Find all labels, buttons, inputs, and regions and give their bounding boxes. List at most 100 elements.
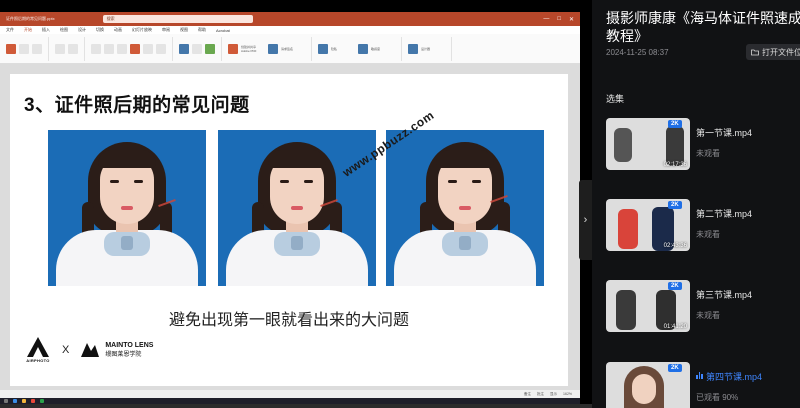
designer-label: 设计器 xyxy=(421,46,431,51)
powerpoint-icon[interactable] xyxy=(31,399,35,403)
menu-review[interactable]: 审阅 xyxy=(162,27,170,33)
menu-design[interactable]: 设计 xyxy=(78,27,86,33)
collapse-panel-button[interactable]: › xyxy=(579,180,592,260)
arrange-icon[interactable] xyxy=(192,43,202,54)
quality-badge: 2K xyxy=(668,120,682,128)
bangs-shape xyxy=(98,150,156,168)
close-icon[interactable]: ✕ xyxy=(569,16,574,23)
quality-badge: 2K xyxy=(668,282,682,290)
menu-draw[interactable]: 绘图 xyxy=(60,27,68,33)
episode-thumbnail: 2K xyxy=(606,362,690,408)
eye-right xyxy=(134,180,143,183)
app-icon[interactable] xyxy=(40,399,44,403)
layout-icon[interactable] xyxy=(68,43,78,54)
minimize-icon[interactable]: — xyxy=(543,16,549,23)
episode-duration: 02:43:36 xyxy=(663,243,687,249)
shapes-icon[interactable] xyxy=(179,43,189,54)
bangs-shape xyxy=(436,150,494,168)
folder-icon[interactable] xyxy=(22,399,26,403)
browser-icon[interactable] xyxy=(13,399,17,403)
align-icon[interactable] xyxy=(156,43,166,54)
open-file-location-button[interactable]: 打开文件位置 xyxy=(746,44,800,60)
episode-thumbnail: 2K 02:43:36 xyxy=(606,199,690,251)
italic-icon[interactable] xyxy=(104,43,114,54)
episode-item-active[interactable]: 2K 第四节课.mp4 已观看 90% xyxy=(606,362,800,408)
bow-knot xyxy=(291,236,303,250)
quick-styles-icon[interactable] xyxy=(205,43,215,54)
create-pdf-label: 创建并共享 Adobe PDF xyxy=(241,44,257,53)
episode-status: 已观看 90% xyxy=(696,393,739,402)
ribbon-group-clipboard xyxy=(6,36,49,61)
sensitivity-icon[interactable] xyxy=(358,43,368,54)
sensitivity-label: 敏感度 xyxy=(371,46,381,51)
video-player[interactable]: 证件照后期的常见问题.pptx 搜索 — □ ✕ 文件 开始 插入 绘图 设计 … xyxy=(0,0,592,408)
slide-stage: 3、证件照后期的常见问题 www.ppbuzz.com 避免出现第一眼就看出来的… xyxy=(0,64,580,390)
menu-animations[interactable]: 动画 xyxy=(114,27,122,33)
comments-button[interactable]: 批注 xyxy=(537,392,544,397)
episode-item[interactable]: 2K 02:17:36 第一节课.mp4 未观看 xyxy=(606,118,800,176)
zoom-level[interactable]: 162% xyxy=(563,392,572,396)
episode-name: 第一节课.mp4 xyxy=(696,128,753,138)
airphoto-logo: AIRPHOTO xyxy=(24,336,52,363)
logo-separator: X xyxy=(62,343,70,356)
eye-left xyxy=(280,180,289,183)
quality-badge: 2K xyxy=(668,201,682,209)
episode-status: 未观看 xyxy=(696,311,720,320)
playlist-panel: 摄影师康康《海马体证件照速成教程》 2024-11-25 08:37 打开文件位… xyxy=(592,0,800,408)
new-slide-icon[interactable] xyxy=(55,43,65,54)
cut-icon[interactable] xyxy=(19,43,29,54)
ppt-ribbon: 创建并共享 Adobe PDF 请求签名 隐私 敏感度 设计器 xyxy=(0,34,580,64)
episodes-section-label: 选集 xyxy=(606,94,625,104)
now-playing-icon xyxy=(696,372,703,379)
bangs-shape xyxy=(268,150,326,168)
font-size-icon[interactable] xyxy=(143,43,153,54)
menu-help[interactable]: 帮助 xyxy=(198,27,206,33)
mainto-logo-line1: MAINTO LENS xyxy=(105,341,154,349)
notes-button[interactable]: 备注 xyxy=(524,392,531,397)
id-photo-1 xyxy=(48,130,206,286)
menu-acrobat[interactable]: Acrobat xyxy=(216,28,230,33)
folder-icon xyxy=(751,49,759,56)
display-button[interactable]: 显示 xyxy=(550,392,557,397)
open-file-location-label: 打开文件位置 xyxy=(762,47,800,57)
ppt-search-box[interactable]: 搜索 xyxy=(102,15,253,23)
bold-icon[interactable] xyxy=(91,43,101,54)
ribbon-group-slides xyxy=(55,36,85,61)
ribbon-group-font xyxy=(91,36,173,61)
ribbon-group-drawing xyxy=(179,36,222,61)
episode-duration: 01:41:20 xyxy=(663,324,687,330)
menu-transitions[interactable]: 切换 xyxy=(96,27,104,33)
maximize-icon[interactable]: □ xyxy=(557,16,561,23)
menu-view[interactable]: 视图 xyxy=(180,27,188,33)
start-icon[interactable] xyxy=(4,399,8,403)
menu-file[interactable]: 文件 xyxy=(6,27,14,33)
episode-thumbnail: 2K 02:17:36 xyxy=(606,118,690,170)
episode-item[interactable]: 2K 01:41:20 第三节课.mp4 未观看 xyxy=(606,280,800,338)
player-progress-strip[interactable] xyxy=(0,404,592,408)
create-pdf-icon[interactable] xyxy=(228,43,238,54)
chevron-right-icon: › xyxy=(583,214,588,226)
ribbon-group-acrobat: 创建并共享 Adobe PDF 请求签名 xyxy=(228,36,312,61)
copy-icon[interactable] xyxy=(32,43,42,54)
designer-icon[interactable] xyxy=(408,43,418,54)
powerpoint-window: 证件照后期的常见问题.pptx 搜索 — □ ✕ 文件 开始 插入 绘图 设计 … xyxy=(0,12,580,404)
episode-item[interactable]: 2K 02:43:36 第二节课.mp4 未观看 xyxy=(606,199,800,257)
quality-badge: 2K xyxy=(668,364,682,372)
eye-left xyxy=(110,180,119,183)
ppt-window-title: 证件照后期的常见问题.pptx xyxy=(6,16,55,21)
request-signature-icon[interactable] xyxy=(268,43,278,54)
lips-shape xyxy=(291,206,303,210)
menu-insert[interactable]: 插入 xyxy=(42,27,50,33)
privacy-icon[interactable] xyxy=(318,43,328,54)
menu-slideshow[interactable]: 幻灯片放映 xyxy=(132,27,152,33)
slide-canvas[interactable]: 3、证件照后期的常见问题 www.ppbuzz.com 避免出现第一眼就看出来的… xyxy=(10,74,568,386)
eye-right xyxy=(304,180,313,183)
airphoto-logo-text: AIRPHOTO xyxy=(26,358,50,363)
font-color-icon[interactable] xyxy=(130,43,140,54)
lips-shape xyxy=(121,206,133,210)
underline-icon[interactable] xyxy=(117,43,127,54)
episode-status: 未观看 xyxy=(696,230,720,239)
bow-knot xyxy=(121,236,133,250)
paste-icon[interactable] xyxy=(6,43,16,54)
menu-home[interactable]: 开始 xyxy=(24,27,32,33)
